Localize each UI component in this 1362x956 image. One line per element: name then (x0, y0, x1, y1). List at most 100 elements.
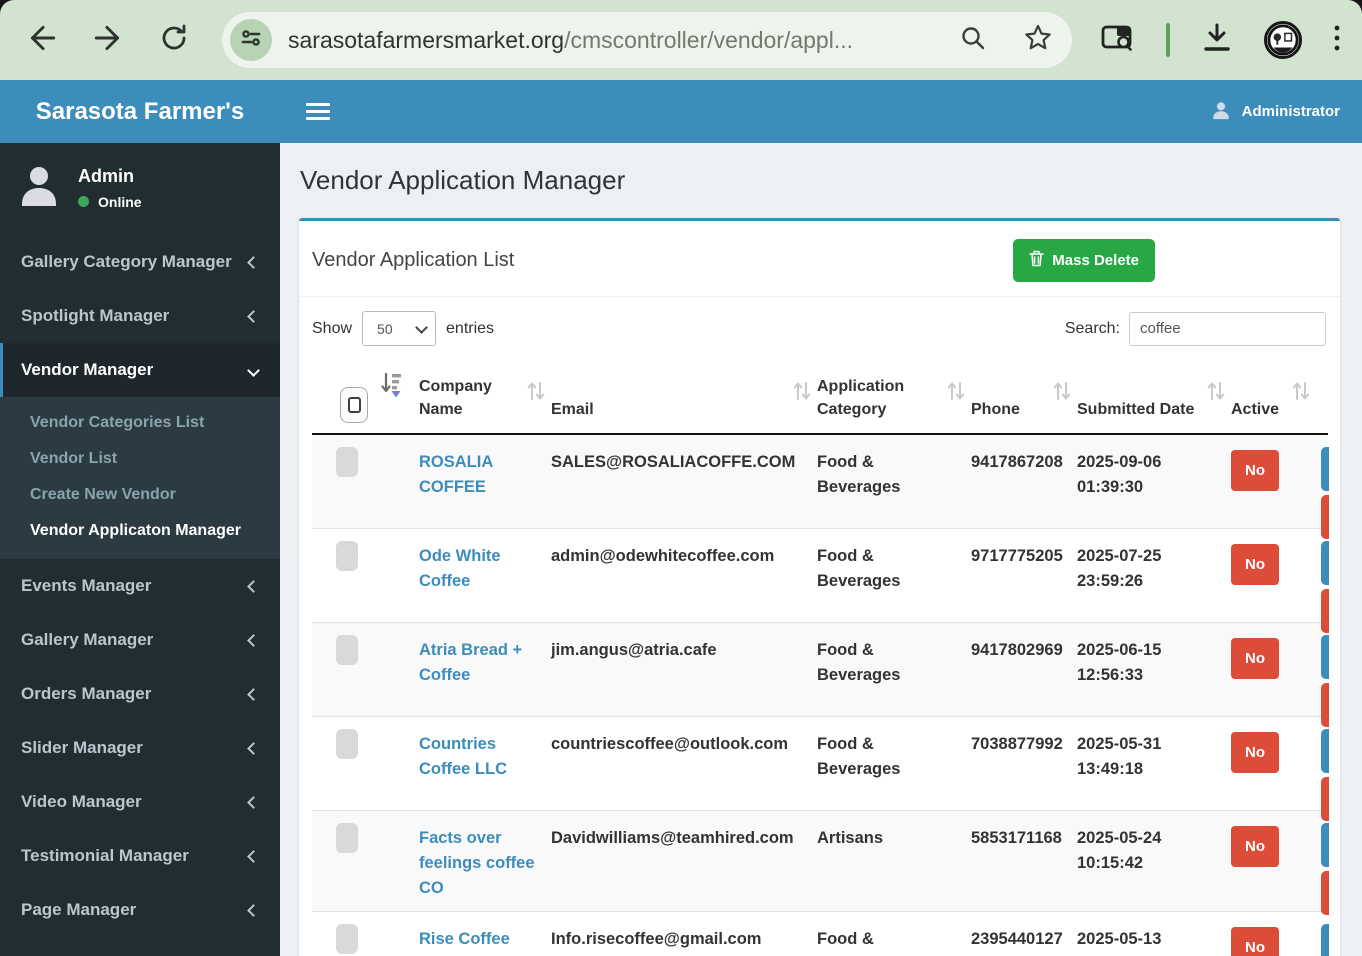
mass-delete-label: Mass Delete (1052, 252, 1139, 269)
chevron-left-icon (247, 850, 260, 863)
sidebar-item-events-manager[interactable]: Events Manager (0, 559, 280, 613)
sidebar-item-page-manager[interactable]: Page Manager (0, 883, 280, 937)
delete-button-clipped[interactable] (1321, 871, 1329, 915)
header-user-label: Administrator (1242, 103, 1340, 120)
user-icon (1210, 99, 1232, 125)
email-cell: countriescoffee@outlook.com (551, 716, 817, 810)
kebab-menu-icon[interactable] (1332, 22, 1342, 59)
column-header-company[interactable]: Company Name (419, 362, 551, 434)
row-checkbox[interactable] (336, 635, 358, 665)
row-checkbox[interactable] (336, 447, 358, 477)
sidebar-item-vendor-manager[interactable]: Vendor Manager (0, 343, 280, 397)
active-status-button[interactable]: No (1231, 732, 1279, 773)
sidebar-item-vendor-application-manager[interactable]: Vendor Applicaton Manager (0, 513, 280, 549)
table-header-row: Company Name Email (312, 362, 1328, 434)
vendor-application-card: Vendor Application List Mass Delete Show (299, 218, 1340, 956)
view-button-clipped[interactable] (1321, 823, 1329, 867)
column-header-actions (1316, 362, 1328, 434)
search-in-tab-icon[interactable] (1100, 23, 1136, 58)
bookmark-star-icon[interactable] (1022, 22, 1054, 59)
sidebar-item-vendor-list[interactable]: Vendor List (0, 441, 280, 477)
category-cell: Food & Beverages (817, 622, 971, 716)
column-header-email[interactable]: Email (551, 362, 817, 434)
sort-neutral-icon (1053, 378, 1071, 411)
active-status-button[interactable]: No (1231, 544, 1279, 585)
online-dot-icon (78, 196, 89, 207)
phone-cell: 5853171168 (971, 810, 1077, 911)
row-checkbox[interactable] (336, 823, 358, 853)
sidebar-item-slider-manager[interactable]: Slider Manager (0, 721, 280, 775)
sidebar-item-gallery-manager[interactable]: Gallery Manager (0, 613, 280, 667)
submitted-cell: 2025-09-06 01:39:30 (1077, 434, 1231, 528)
card-title: Vendor Application List (312, 239, 514, 272)
sidebar-item-label: Gallery Category Manager (21, 252, 232, 272)
phone-cell: 9417802969 (971, 622, 1077, 716)
sidebar-item-label: Events Manager (21, 576, 151, 596)
company-link[interactable]: Countries Coffee LLC (419, 735, 507, 778)
phone-cell: 9417867208 (971, 434, 1077, 528)
company-link[interactable]: Rise Coffee (419, 930, 510, 948)
sidebar-item-spotlight-manager[interactable]: Spotlight Manager (0, 289, 280, 343)
sidebar-item-vendor-categories-list[interactable]: Vendor Categories List (0, 405, 280, 441)
sidebar-menu: Gallery Category Manager Spotlight Manag… (0, 235, 280, 956)
row-checkbox[interactable] (336, 729, 358, 759)
hamburger-icon[interactable] (306, 99, 330, 124)
column-label: Submitted Date (1077, 401, 1194, 418)
search-label: Search: (1065, 320, 1120, 338)
header-user-menu[interactable]: Administrator (1210, 99, 1340, 125)
row-checkbox[interactable] (336, 541, 358, 571)
profile-avatar[interactable] (1264, 21, 1302, 59)
column-header-active[interactable]: Active (1231, 362, 1316, 434)
view-button-clipped[interactable] (1321, 635, 1329, 679)
phone-cell: 7038877992 (971, 716, 1077, 810)
mass-delete-button[interactable]: Mass Delete (1013, 239, 1155, 282)
row-checkbox[interactable] (336, 924, 358, 954)
sidebar-item-label: Testimonial Manager (21, 846, 189, 866)
reload-button[interactable] (152, 18, 196, 62)
column-header-category[interactable]: Application Category (817, 362, 971, 434)
view-button-clipped[interactable] (1321, 541, 1329, 585)
sidebar-item-testimonial-manager[interactable]: Testimonial Manager (0, 829, 280, 883)
download-icon[interactable] (1200, 22, 1234, 59)
column-label: Email (551, 401, 594, 418)
entries-label: entries (446, 320, 494, 338)
company-link[interactable]: Atria Bread + Coffee (419, 641, 522, 684)
sidebar-item-create-new-vendor[interactable]: Create New Vendor (0, 477, 280, 513)
chevron-left-icon (247, 256, 260, 269)
back-button[interactable] (20, 18, 64, 62)
search-input[interactable] (1129, 312, 1326, 346)
sidebar-item-scroll-manager[interactable]: Scroll Manager (0, 937, 280, 956)
chevron-left-icon (247, 688, 260, 701)
url-bar[interactable]: sarasotafarmersmarket.org/cmscontroller/… (222, 12, 1072, 68)
view-button-clipped[interactable] (1321, 924, 1329, 956)
active-status-button[interactable]: No (1231, 638, 1279, 679)
company-link[interactable]: Facts over feelings coffee CO (419, 829, 535, 897)
category-cell: Artisans (817, 810, 971, 911)
site-settings-button[interactable] (230, 19, 272, 61)
forward-button[interactable] (86, 18, 130, 62)
chevron-left-icon (247, 904, 260, 917)
url-path: /cmscontroller/vendor/appl... (564, 27, 853, 53)
select-all-checkbox[interactable] (340, 387, 368, 423)
view-button-clipped[interactable] (1321, 729, 1329, 773)
active-status-button[interactable]: No (1231, 826, 1279, 867)
user-status-label: Online (98, 194, 142, 210)
column-header-phone[interactable]: Phone (971, 362, 1077, 434)
sidebar-item-gallery-category-manager[interactable]: Gallery Category Manager (0, 235, 280, 289)
zoom-magnifier-icon[interactable] (958, 23, 988, 58)
view-button-clipped[interactable] (1321, 447, 1329, 491)
column-label: Phone (971, 401, 1020, 418)
active-status-button[interactable]: No (1231, 450, 1279, 491)
submitted-cell: 2025-05-24 10:15:42 (1077, 810, 1231, 911)
sidebar-item-orders-manager[interactable]: Orders Manager (0, 667, 280, 721)
sidebar-item-label: Vendor Manager (21, 360, 153, 380)
sidebar-item-video-manager[interactable]: Video Manager (0, 775, 280, 829)
column-header-submitted[interactable]: Submitted Date (1077, 362, 1231, 434)
url-text[interactable]: sarasotafarmersmarket.org/cmscontroller/… (288, 27, 948, 54)
vendor-manager-submenu: Vendor Categories List Vendor List Creat… (0, 397, 280, 559)
company-link[interactable]: Ode White Coffee (419, 547, 501, 590)
sort-desc-icon[interactable] (381, 372, 403, 405)
active-status-button[interactable]: No (1231, 927, 1279, 956)
company-link[interactable]: ROSALIA COFFEE (419, 453, 493, 496)
brand-logo[interactable]: Sarasota Farmer's (0, 80, 280, 143)
